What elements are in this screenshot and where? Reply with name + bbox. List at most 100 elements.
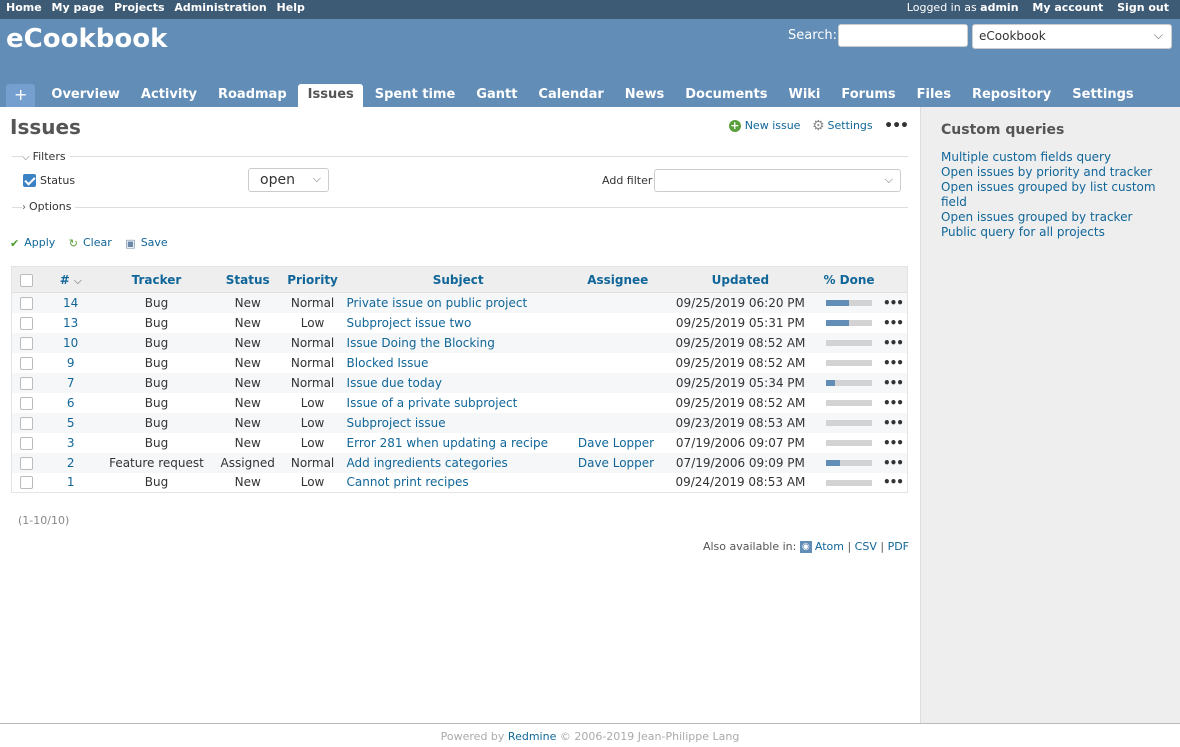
custom-query-link[interactable]: Open issues grouped by tracker bbox=[941, 210, 1166, 225]
custom-query-link[interactable]: Multiple custom fields query bbox=[941, 150, 1166, 165]
top-menu-home[interactable]: Home bbox=[6, 1, 42, 14]
row-checkbox[interactable] bbox=[20, 456, 34, 470]
more-actions-icon[interactable]: ••• bbox=[883, 396, 904, 410]
issue-id[interactable]: 5 bbox=[41, 412, 101, 433]
new-issue-link[interactable]: New issue bbox=[745, 119, 801, 132]
my-account-link[interactable]: My account bbox=[1032, 1, 1103, 14]
column-status[interactable]: Status bbox=[212, 266, 283, 293]
new-object-button[interactable]: + bbox=[6, 84, 36, 107]
more-actions-icon[interactable]: ••• bbox=[883, 296, 904, 310]
issue-subject-link[interactable]: Error 281 when updating a recipe bbox=[347, 436, 548, 450]
more-actions-icon[interactable]: ••• bbox=[883, 475, 904, 489]
top-menu-my-page[interactable]: My page bbox=[52, 1, 105, 14]
table-row[interactable]: 13 Bug New Low Subproject issue two 09/25/201… bbox=[12, 313, 908, 333]
tab-files[interactable]: Files bbox=[907, 84, 960, 107]
row-checkbox[interactable] bbox=[20, 436, 34, 450]
tab-roadmap[interactable]: Roadmap bbox=[208, 84, 296, 107]
search-input[interactable] bbox=[838, 24, 968, 47]
row-checkbox[interactable] bbox=[20, 416, 34, 430]
column-priority[interactable]: Priority bbox=[282, 266, 343, 293]
column-id[interactable]: # ⌵ bbox=[41, 266, 101, 293]
issue-subject-link[interactable]: Subproject issue two bbox=[347, 316, 472, 330]
tab-wiki[interactable]: Wiki bbox=[778, 84, 829, 107]
row-checkbox[interactable] bbox=[20, 316, 34, 330]
issue-id[interactable]: 10 bbox=[41, 332, 101, 353]
issue-subject-link[interactable]: Private issue on public project bbox=[347, 296, 528, 310]
tab-activity[interactable]: Activity bbox=[131, 84, 206, 107]
atom-link[interactable]: Atom bbox=[815, 540, 844, 553]
issue-id[interactable]: 13 bbox=[41, 313, 100, 333]
issue-subject-link[interactable]: Subproject issue bbox=[347, 416, 446, 430]
status-operator-select[interactable]: open ⌵ bbox=[248, 168, 329, 192]
more-actions-icon[interactable]: ••• bbox=[883, 356, 904, 370]
more-actions-icon[interactable]: ••• bbox=[883, 436, 904, 450]
more-actions-icon[interactable]: ••• bbox=[883, 376, 904, 390]
row-checkbox[interactable] bbox=[20, 336, 34, 350]
clear-button[interactable]: ↻ Clear bbox=[69, 236, 112, 250]
issue-subject-link[interactable]: Add ingredients categories bbox=[347, 456, 508, 470]
column-tracker[interactable]: Tracker bbox=[100, 266, 213, 293]
issue-id-link[interactable]: 13 bbox=[63, 316, 78, 330]
issue-id[interactable]: 14 bbox=[41, 292, 101, 313]
issue-id-link[interactable]: 6 bbox=[67, 396, 75, 410]
settings-link[interactable]: Settings bbox=[828, 119, 873, 132]
row-checkbox[interactable] bbox=[20, 296, 34, 310]
column-assignee[interactable]: Assignee bbox=[573, 266, 662, 293]
tab-documents[interactable]: Documents bbox=[675, 84, 776, 107]
custom-query-link[interactable]: Public query for all projects bbox=[941, 225, 1166, 240]
issue-subject-link[interactable]: Blocked Issue bbox=[347, 356, 429, 370]
table-row[interactable]: 5 Bug New Low Subproject issue 09/23/2019 08:… bbox=[11, 412, 908, 433]
issue-subject-link[interactable]: Issue Doing the Blocking bbox=[347, 336, 495, 350]
options-legend[interactable]: › Options bbox=[22, 200, 76, 213]
issue-id-link[interactable]: 7 bbox=[67, 376, 75, 390]
tab-news[interactable]: News bbox=[615, 84, 673, 107]
table-row[interactable]: 3 Bug New Low Error 281 when updating a reci… bbox=[12, 433, 908, 453]
issue-id[interactable]: 9 bbox=[41, 353, 100, 373]
table-row[interactable]: 14 Bug New Normal Private issue on public pr… bbox=[11, 292, 908, 313]
tab-issues[interactable]: Issues bbox=[297, 84, 363, 107]
issue-id-link[interactable]: 9 bbox=[67, 356, 75, 370]
top-menu-administration[interactable]: Administration bbox=[174, 1, 266, 14]
top-menu-projects[interactable]: Projects bbox=[114, 1, 165, 14]
filters-legend[interactable]: ⌵ Filters bbox=[22, 150, 70, 163]
project-jump-select[interactable]: eCookbook ⌵ bbox=[972, 24, 1172, 49]
apply-button[interactable]: ✔ Apply bbox=[10, 236, 55, 250]
more-actions-icon[interactable]: ••• bbox=[884, 118, 909, 134]
more-actions-icon[interactable]: ••• bbox=[883, 336, 904, 350]
row-checkbox[interactable] bbox=[20, 356, 34, 370]
redmine-link[interactable]: Redmine bbox=[508, 730, 556, 743]
issue-subject-link[interactable]: Issue of a private subproject bbox=[347, 396, 518, 410]
tab-settings[interactable]: Settings bbox=[1062, 84, 1142, 107]
issue-id-link[interactable]: 2 bbox=[67, 456, 75, 470]
tab-overview[interactable]: Overview bbox=[41, 84, 129, 107]
issue-id[interactable]: 7 bbox=[41, 372, 101, 393]
logged-in-user[interactable]: admin bbox=[980, 1, 1018, 14]
table-row[interactable]: 7 Bug New Normal Issue due today 09/25/2019 0… bbox=[11, 372, 908, 393]
pdf-link[interactable]: PDF bbox=[888, 540, 909, 553]
issue-id[interactable]: 3 bbox=[41, 433, 100, 453]
issue-subject-link[interactable]: Issue due today bbox=[347, 376, 442, 390]
select-all-checkbox[interactable] bbox=[20, 273, 34, 287]
issue-id-link[interactable]: 1 bbox=[67, 475, 75, 489]
tab-spent-time[interactable]: Spent time bbox=[365, 84, 465, 107]
column-updated[interactable]: Updated bbox=[661, 266, 820, 293]
table-row[interactable]: 6 Bug New Low Issue of a private subproject 0… bbox=[12, 393, 908, 413]
save-button[interactable]: ▣ Save bbox=[125, 236, 167, 250]
more-actions-icon[interactable]: ••• bbox=[883, 416, 904, 430]
more-actions-icon[interactable]: ••• bbox=[883, 316, 904, 330]
issue-id[interactable]: 6 bbox=[41, 393, 100, 413]
issue-id-link[interactable]: 10 bbox=[63, 336, 78, 350]
issue-id[interactable]: 1 bbox=[41, 473, 100, 493]
more-actions-icon[interactable]: ••• bbox=[883, 456, 904, 470]
add-filter-select[interactable]: ⌵ bbox=[654, 169, 901, 192]
sign-out-link[interactable]: Sign out bbox=[1117, 1, 1169, 14]
issue-assignee-link[interactable]: Dave Lopper bbox=[578, 436, 654, 450]
issue-id-link[interactable]: 5 bbox=[67, 416, 75, 430]
custom-query-link[interactable]: Open issues grouped by list custom field bbox=[941, 180, 1166, 210]
row-checkbox[interactable] bbox=[20, 476, 34, 490]
top-menu-help[interactable]: Help bbox=[277, 1, 305, 14]
issue-id-link[interactable]: 14 bbox=[63, 296, 78, 310]
custom-query-link[interactable]: Open issues by priority and tracker bbox=[941, 165, 1166, 180]
project-title[interactable]: eCookbook bbox=[6, 24, 167, 54]
row-checkbox[interactable] bbox=[20, 376, 34, 390]
